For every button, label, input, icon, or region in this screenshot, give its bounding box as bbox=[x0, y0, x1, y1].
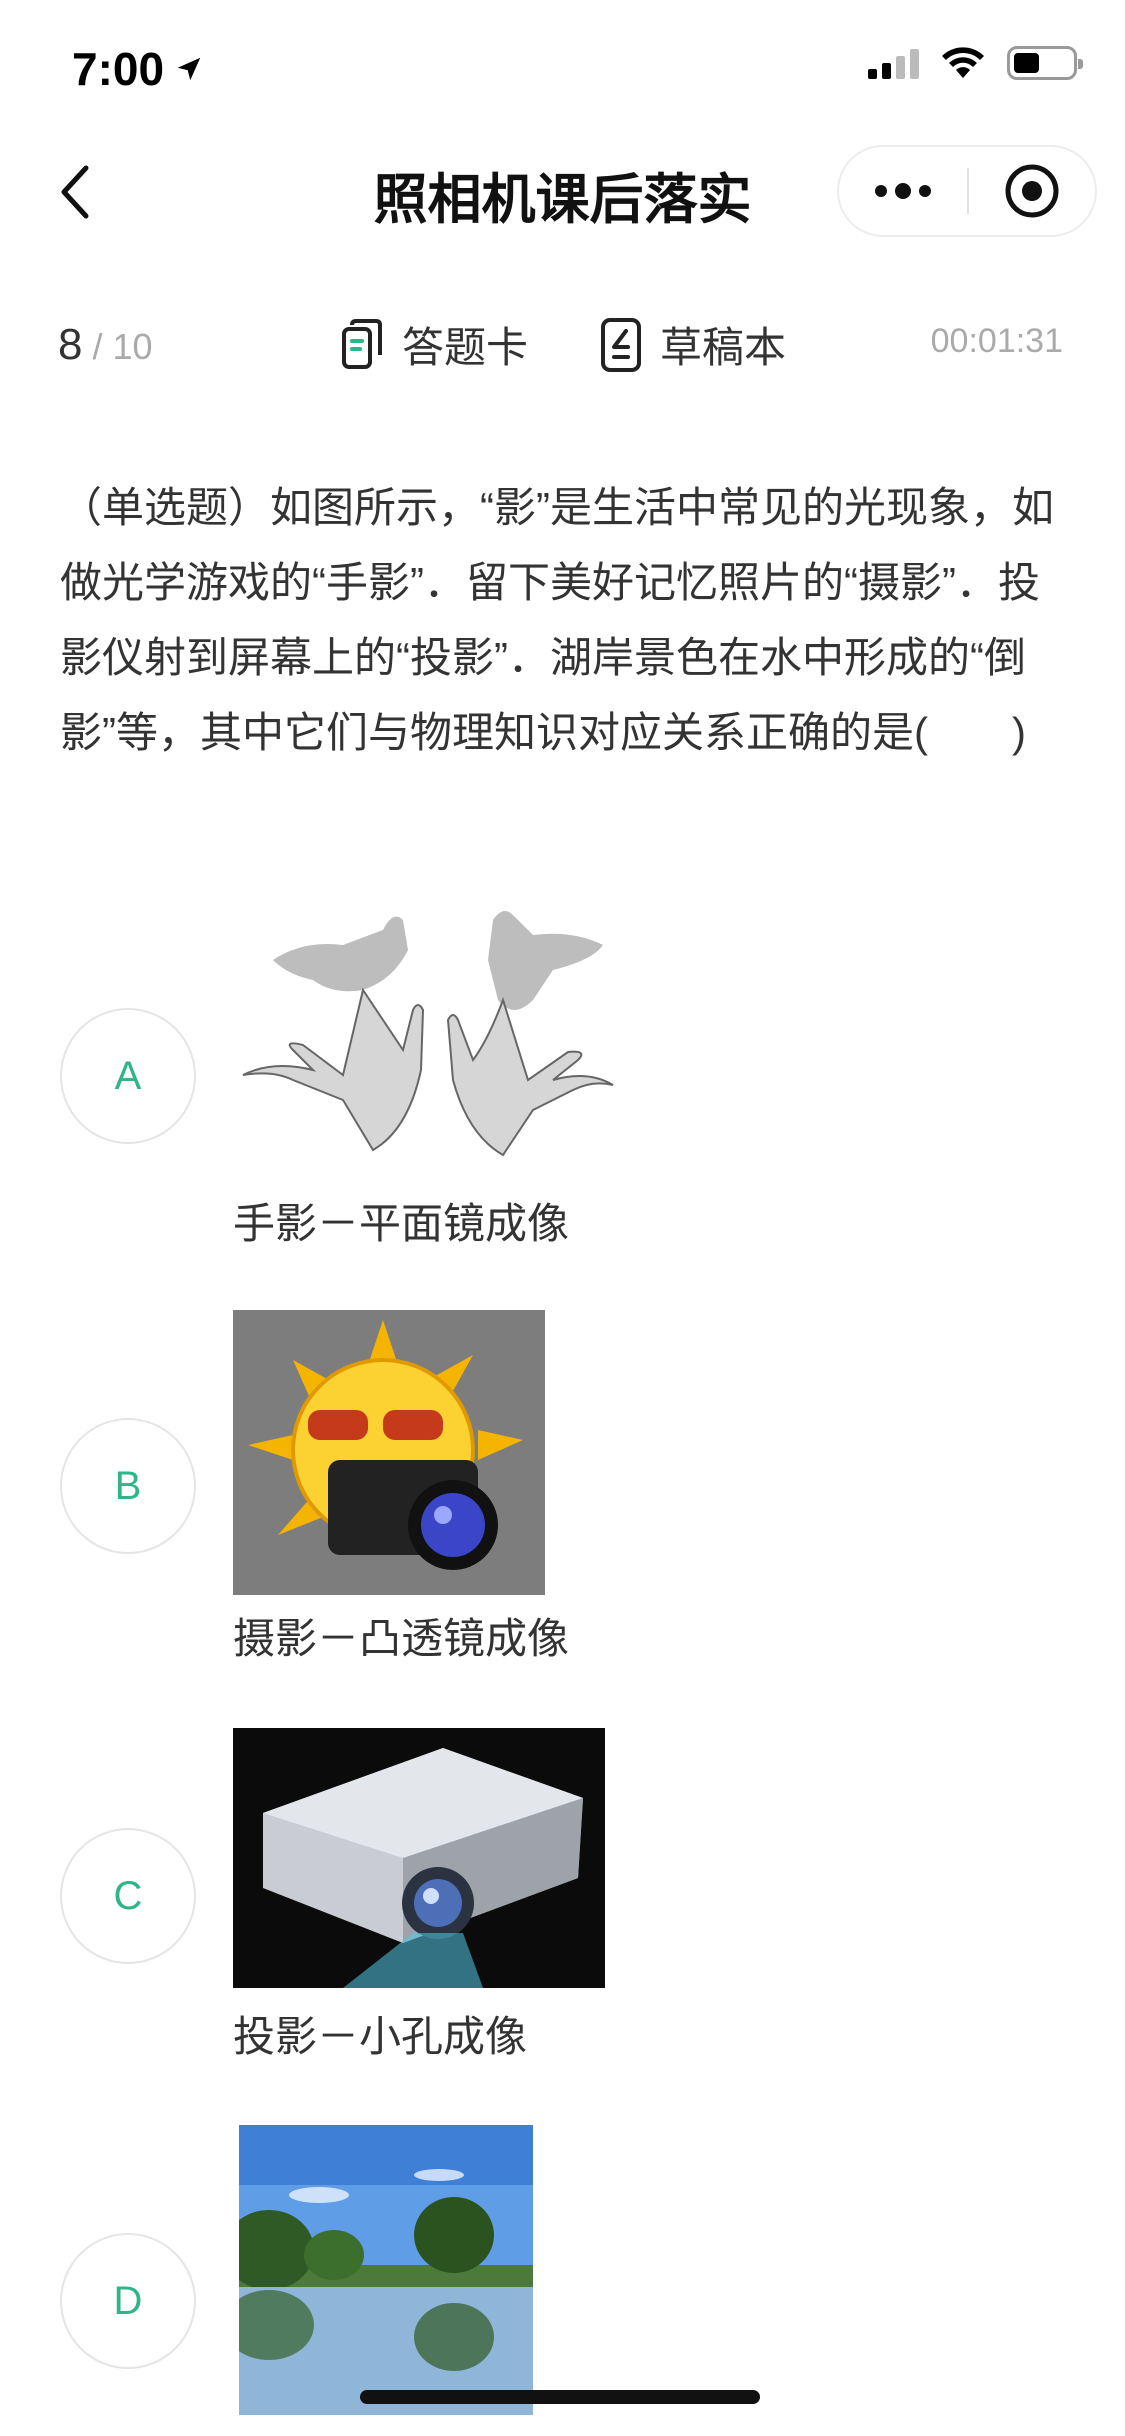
target-circle-icon bbox=[1005, 164, 1059, 218]
lake-reflection-photo bbox=[239, 2125, 533, 2415]
option-a[interactable]: A 手影－平面镜成像 bbox=[0, 900, 1125, 1250]
timer: 00:01:31 bbox=[930, 322, 1063, 360]
battery-fill bbox=[1014, 53, 1039, 73]
option-d-circle[interactable]: D bbox=[60, 2233, 196, 2369]
option-b[interactable]: B 摄影－凸透镜成像 bbox=[0, 1310, 1125, 1670]
home-indicator bbox=[360, 2390, 760, 2404]
wifi-icon bbox=[942, 47, 984, 78]
location-arrow-icon bbox=[177, 57, 201, 81]
nav-bar: 照相机课后落实 bbox=[0, 135, 1125, 245]
option-b-circle[interactable]: B bbox=[60, 1418, 196, 1554]
question-progress: 8 / 10 bbox=[58, 320, 153, 370]
progress-separator: / bbox=[92, 326, 103, 367]
more-button[interactable] bbox=[839, 147, 967, 235]
close-mini-program-button[interactable] bbox=[969, 147, 1095, 235]
sun-with-camera-illustration bbox=[233, 1310, 545, 1595]
projector-photo bbox=[233, 1728, 605, 1988]
status-time-group: 7:00 bbox=[72, 42, 204, 96]
draft-pad-icon bbox=[601, 317, 641, 372]
question-toolbar: 8 / 10 答题卡 草稿本 00:01:31 bbox=[0, 300, 1125, 380]
draft-label: 草稿本 bbox=[660, 324, 787, 371]
answer-card-icon bbox=[342, 318, 382, 369]
status-time: 7:00 bbox=[72, 43, 165, 95]
progress-total: 10 bbox=[112, 326, 153, 367]
status-bar: 7:00 bbox=[0, 0, 1125, 135]
option-b-caption: 摄影－凸透镜成像 bbox=[233, 1615, 570, 1662]
more-dots-icon bbox=[875, 185, 887, 197]
draft-button[interactable]: 草稿本 bbox=[600, 314, 786, 375]
question-text: （单选题）如图所示，“影”是生活中常见的光现象，如做光学游戏的“手影”．留下美好… bbox=[60, 484, 1054, 756]
option-a-caption: 手影－平面镜成像 bbox=[233, 1200, 570, 1247]
option-c-circle[interactable]: C bbox=[60, 1828, 196, 1964]
battery-icon bbox=[1007, 46, 1083, 80]
option-c-caption: 投影－小孔成像 bbox=[233, 2013, 528, 2060]
hand-shadow-illustration bbox=[233, 900, 623, 1175]
answer-card-label: 答题卡 bbox=[402, 324, 529, 371]
option-a-circle[interactable]: A bbox=[60, 1008, 196, 1144]
progress-current: 8 bbox=[58, 320, 83, 369]
answer-card-button[interactable]: 答题卡 bbox=[340, 314, 528, 375]
mini-program-capsule bbox=[837, 145, 1097, 237]
status-indicators bbox=[868, 46, 1083, 80]
signal-icon bbox=[868, 47, 919, 79]
option-c[interactable]: C 投影－小孔成像 bbox=[0, 1728, 1125, 2068]
